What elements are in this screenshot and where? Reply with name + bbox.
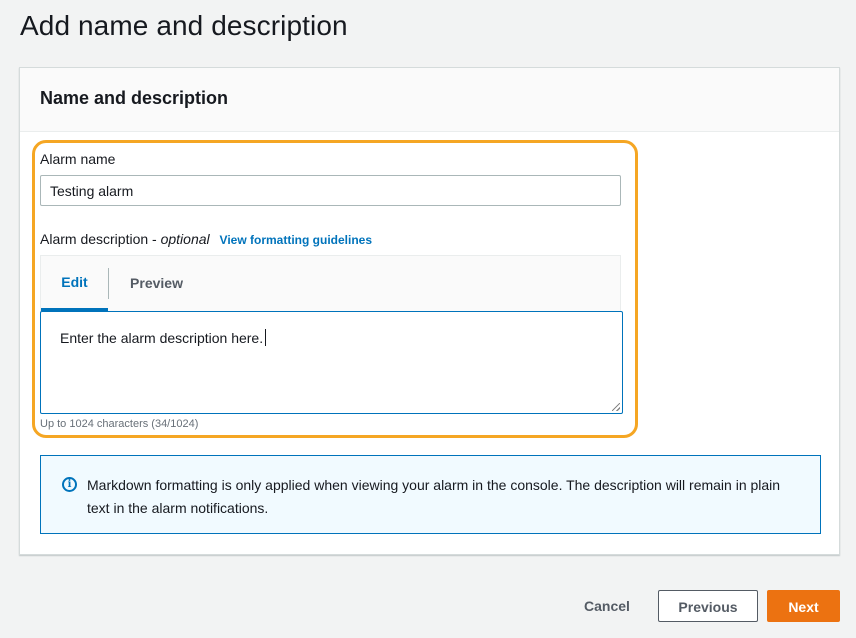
tab-edit[interactable]: Edit — [41, 256, 108, 311]
panel-header: Name and description — [20, 68, 839, 132]
view-formatting-guidelines-link[interactable]: View formatting guidelines — [220, 233, 372, 247]
info-icon: i — [62, 477, 77, 492]
editor-tabs: Edit Preview — [41, 256, 620, 311]
character-count: Up to 1024 characters (34/1024) — [40, 418, 199, 430]
next-button[interactable]: Next — [767, 590, 840, 622]
info-alert: i Markdown formatting is only applied wh… — [40, 455, 821, 534]
resize-handle-icon[interactable] — [612, 403, 620, 411]
previous-button[interactable]: Previous — [658, 590, 758, 622]
page-title: Add name and description — [20, 10, 348, 41]
alarm-description-textarea[interactable]: Enter the alarm description here. — [40, 311, 623, 414]
panel-title: Name and description — [40, 88, 229, 108]
alarm-name-label: Alarm name — [40, 151, 116, 167]
description-editor: Edit Preview Enter the alarm description… — [40, 255, 623, 414]
alarm-description-label: Alarm description - — [40, 231, 161, 247]
cancel-button[interactable]: Cancel — [574, 590, 640, 622]
alarm-description-label-row: Alarm description - optional View format… — [40, 231, 372, 247]
name-description-panel: Name and description Alarm name Alarm de… — [19, 67, 840, 555]
info-alert-text: Markdown formatting is only applied when… — [87, 477, 781, 516]
alarm-name-input[interactable] — [40, 175, 621, 206]
optional-label: optional — [160, 231, 210, 247]
text-caret — [265, 329, 267, 346]
alarm-description-text: Enter the alarm description here. — [60, 330, 264, 346]
tab-preview[interactable]: Preview — [109, 256, 204, 311]
